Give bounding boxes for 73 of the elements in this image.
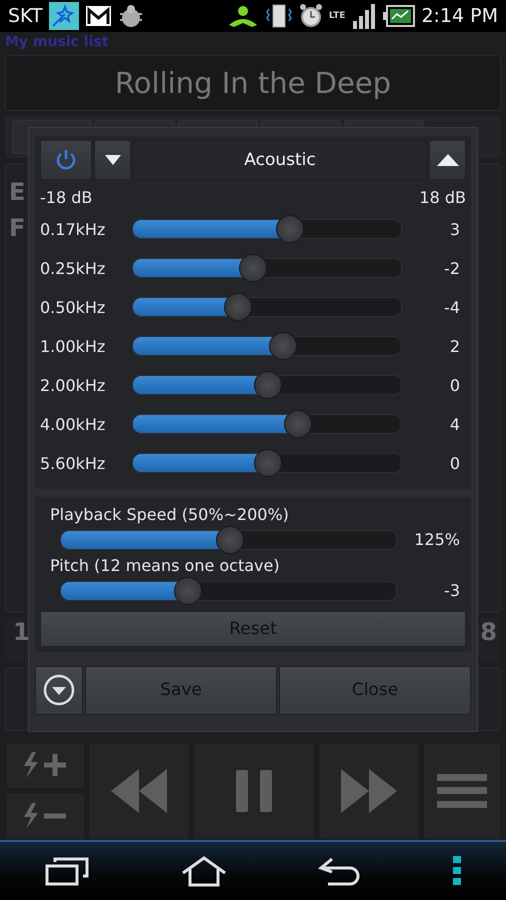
elapsed-time: 1 (13, 618, 30, 646)
speed-label: Playback Speed (50%~200%) (49, 504, 289, 524)
band-frequency: 1.00kHz (40, 336, 106, 356)
down-triangle-icon (104, 154, 120, 164)
info-text: E (9, 178, 26, 206)
back-icon[interactable] (318, 856, 362, 886)
pause-icon (236, 770, 272, 812)
alarm-clock-icon (298, 2, 323, 29)
clock-time: 2:14 PM (421, 4, 498, 27)
slider-thumb[interactable] (254, 371, 282, 399)
band-gain-value: 0 (448, 376, 461, 394)
power-button[interactable] (40, 140, 92, 180)
boost-down-button[interactable] (5, 792, 85, 840)
band-frequency: 0.25kHz (40, 258, 106, 278)
band-frequency: 4.00kHz (40, 414, 106, 434)
bug-icon (118, 4, 144, 28)
signal-icon (351, 2, 378, 29)
info-text: F (9, 214, 26, 242)
mail-icon (84, 4, 112, 27)
slider-thumb[interactable] (174, 576, 202, 604)
reset-button[interactable]: Reset (40, 610, 466, 646)
up-triangle-icon (436, 154, 458, 166)
rewind-button[interactable] (88, 742, 190, 840)
fast-forward-icon (341, 768, 397, 812)
battery-icon (383, 4, 416, 27)
collapse-button[interactable] (35, 666, 83, 714)
min-gain-label: -18 dB (40, 188, 92, 207)
home-icon[interactable] (180, 854, 228, 887)
max-gain-label: 18 dB (419, 188, 466, 207)
band-gain-value: 4 (448, 414, 461, 434)
band-frequency: 0.50kHz (40, 298, 106, 316)
band-gain-value: 0 (448, 454, 461, 472)
magic-wand-icon (48, 2, 79, 30)
menu-button[interactable] (423, 742, 501, 840)
band-gain-value: 3 (448, 220, 461, 238)
pitch-label: Pitch (12 means one octave) (49, 556, 280, 574)
preset-up-button[interactable] (429, 140, 466, 180)
band-gain-value: 2 (448, 336, 461, 356)
save-button[interactable]: Save (85, 666, 277, 714)
network-type: LTE (328, 10, 346, 21)
slider-thumb[interactable] (238, 254, 267, 282)
slider-thumb[interactable] (284, 410, 312, 438)
pause-button[interactable] (193, 742, 315, 840)
slider-thumb[interactable] (269, 332, 297, 360)
vibrate-icon (264, 2, 293, 29)
carrier-name: SKT (8, 4, 43, 27)
boost-up-button[interactable] (5, 742, 85, 789)
power-icon (55, 148, 77, 170)
band-frequency: 0.17kHz (40, 220, 106, 238)
preset-name: Acoustic (244, 150, 316, 170)
band-frequency: 2.00kHz (40, 376, 106, 394)
close-button[interactable]: Close (279, 666, 471, 714)
slider-thumb[interactable] (216, 526, 244, 554)
song-title: Rolling In the Deep (114, 66, 392, 100)
circle-down-icon (43, 674, 75, 706)
fast-forward-button[interactable] (318, 742, 420, 840)
music-list-link[interactable]: My music list (5, 34, 108, 50)
preset-field[interactable]: Acoustic (133, 140, 427, 180)
rewind-icon (111, 768, 167, 812)
total-time: 8 (480, 618, 497, 646)
overflow-menu-icon[interactable] (452, 856, 461, 886)
phone-call-icon (226, 4, 259, 27)
speed-value: 125% (413, 530, 461, 549)
slider-thumb[interactable] (254, 449, 282, 477)
slider-thumb[interactable] (276, 215, 304, 243)
band-frequency: 5.60kHz (40, 454, 106, 472)
band-gain-value: -2 (443, 258, 461, 278)
band-gain-value: -4 (443, 298, 461, 316)
recent-apps-icon[interactable] (45, 856, 90, 886)
preset-down-button[interactable] (94, 140, 131, 180)
pitch-value: -3 (443, 581, 461, 600)
menu-icon (437, 774, 487, 808)
slider-thumb[interactable] (224, 293, 252, 321)
